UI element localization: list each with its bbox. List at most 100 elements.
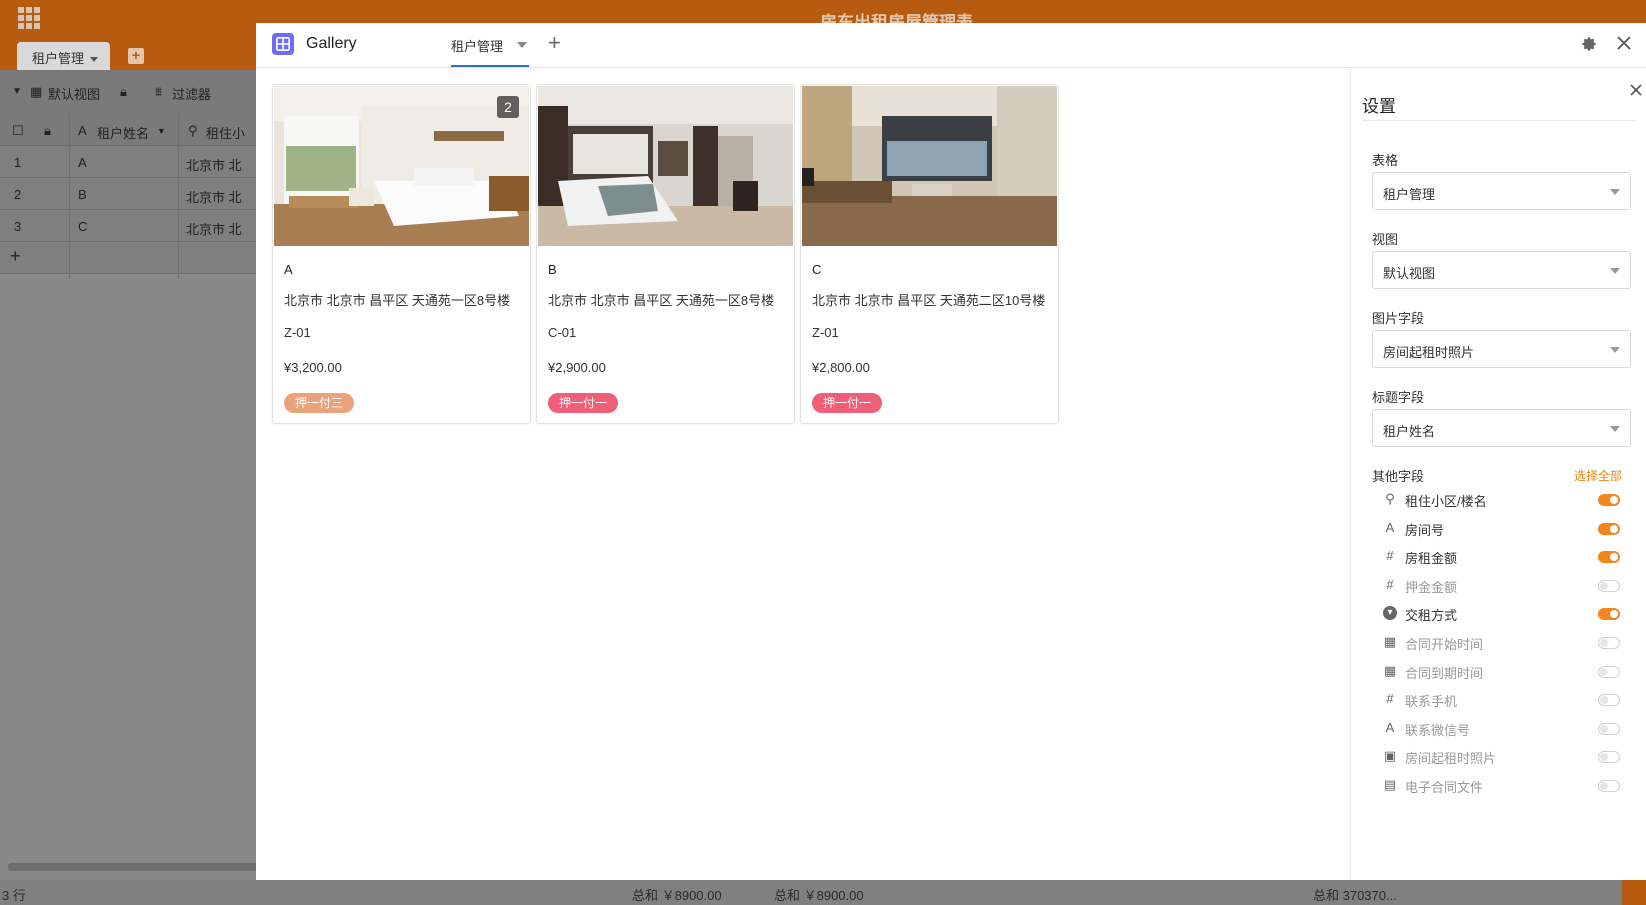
chevron-down-icon [1610, 426, 1620, 432]
gallery-card[interactable]: 2 A 北京市 北京市 昌平区 天通苑一区8号楼 Z-01 ¥3,200.00 … [272, 84, 531, 424]
text-icon: A [1385, 719, 1395, 735]
gallery-card[interactable]: B 北京市 北京市 昌平区 天通苑一区8号楼 C-01 ¥2,900.00 押一… [536, 84, 795, 424]
field-label: 合同开始时间 [1405, 637, 1484, 652]
image-count-badge: 2 [497, 96, 519, 118]
toggle-knob [1600, 724, 1608, 733]
collapse-icon[interactable]: ▼ [12, 86, 22, 97]
field-row[interactable]: ▾ 交租方式 [1372, 604, 1642, 624]
add-row-button[interactable]: + [0, 242, 260, 274]
field-label: 联系手机 [1405, 694, 1458, 710]
select-value: 房间起租时照片 [1383, 345, 1475, 360]
field-row[interactable]: # 房租金额 [1372, 547, 1642, 567]
chevron-down-icon[interactable] [517, 42, 527, 48]
cell[interactable]: 北京市 北 [186, 187, 242, 206]
filter-icon: ⩩ [155, 84, 162, 99]
row-index: 2 [14, 187, 22, 202]
field-toggle[interactable] [1598, 780, 1620, 792]
cell[interactable]: C [78, 219, 87, 234]
cell[interactable]: 北京市 北 [186, 219, 242, 238]
data-table: ☐ 🔒︎ A 租户姓名 ▼ ⚲ 租住小 1 A 北京市 北 2 B 北京市 北 … [0, 114, 260, 274]
field-row[interactable]: ▦ 合同开始时间 [1372, 633, 1642, 653]
horizontal-scrollbar[interactable] [8, 863, 258, 871]
tab-view[interactable]: 租户管理 [451, 23, 529, 67]
toggle-knob [1600, 581, 1608, 590]
toggle-knob [1600, 696, 1608, 705]
chevron-down-icon [90, 57, 99, 63]
toggle-knob [1610, 524, 1618, 533]
field-row[interactable]: ▤ 电子合同文件 [1372, 776, 1642, 796]
column-header[interactable]: 租户姓名 [97, 123, 149, 142]
gear-icon[interactable] [1580, 35, 1598, 53]
number-icon: # [1386, 548, 1394, 564]
toggle-knob [1600, 753, 1608, 762]
field-toggle[interactable] [1598, 722, 1620, 735]
field-row[interactable]: A 房间号 [1372, 519, 1642, 539]
select-all-checkbox[interactable]: ☐ [12, 123, 24, 139]
room-photo[interactable]: 2 [274, 86, 529, 246]
field-toggle[interactable] [1598, 637, 1620, 649]
accent-edge [1622, 880, 1646, 905]
table-label: 表格 [1372, 153, 1399, 168]
cell[interactable]: B [78, 187, 87, 202]
title-field-select[interactable]: 租户姓名 [1372, 409, 1631, 447]
field-toggle[interactable] [1598, 665, 1620, 678]
table-row[interactable]: 3 C 北京市 北 [0, 210, 260, 242]
view-select[interactable]: 默认视图 [1372, 251, 1631, 289]
file-icon: ▤ [1383, 777, 1397, 792]
select-all-link[interactable]: 选择全部 [1574, 467, 1622, 484]
table-select[interactable]: 租户管理 [1372, 172, 1631, 210]
image-field-label: 图片字段 [1372, 311, 1425, 326]
cell[interactable]: 北京市 北 [186, 155, 242, 174]
lock-icon: 🔒︎ [44, 123, 51, 138]
card-room-number: Z-01 [284, 325, 311, 340]
field-label: 租住小区/楼名 [1405, 494, 1487, 509]
room-photo[interactable] [538, 86, 793, 246]
close-icon[interactable] [1616, 35, 1632, 51]
field-label: 联系微信号 [1405, 722, 1471, 738]
card-room-number: Z-01 [812, 325, 839, 340]
field-row[interactable]: ▣ 房间起租时照片 [1372, 747, 1642, 767]
field-row[interactable]: ▦ 合同到期时间 [1372, 662, 1642, 682]
apps-grid-icon[interactable] [18, 7, 40, 29]
filter-button[interactable]: 过滤器 [172, 84, 211, 103]
cell[interactable]: A [78, 155, 87, 170]
room-photo[interactable] [802, 86, 1057, 246]
field-toggle[interactable] [1598, 551, 1620, 564]
view-name[interactable]: 默认视图 [48, 84, 100, 103]
field-row[interactable]: ⚲ 租住小区/楼名 [1372, 490, 1642, 510]
field-toggle[interactable] [1598, 694, 1620, 707]
field-toggle[interactable] [1598, 751, 1620, 764]
field-toggle[interactable] [1598, 579, 1620, 592]
plus-icon[interactable]: + [10, 246, 21, 267]
chevron-down-icon[interactable]: ▼ [157, 126, 166, 136]
select-value: 默认视图 [1383, 266, 1436, 281]
image-field-select[interactable]: 房间起租时照片 [1372, 330, 1631, 368]
close-icon[interactable] [1629, 83, 1643, 97]
field-row[interactable]: A 联系微信号 [1372, 719, 1642, 739]
single-select-icon: ▾ [1383, 606, 1397, 621]
tab-label: 租户管理 [451, 39, 504, 54]
column-sum: 总和 370370... [1313, 888, 1397, 903]
add-view-button[interactable]: + [548, 32, 561, 54]
gallery-card[interactable]: C 北京市 北京市 昌平区 天通苑二区10号楼 Z-01 ¥2,800.00 押… [800, 84, 1059, 424]
field-toggle[interactable] [1598, 522, 1620, 535]
payment-method-badge: 押一付一 [548, 393, 619, 413]
number-icon: # [1386, 691, 1394, 707]
field-row[interactable]: # 押金金额 [1372, 576, 1642, 596]
field-toggle[interactable] [1598, 494, 1620, 506]
field-row[interactable]: # 联系手机 [1372, 690, 1642, 710]
toggle-knob [1610, 496, 1618, 504]
text-icon: A [78, 123, 87, 138]
column-header[interactable]: 租住小 [206, 123, 245, 142]
field-toggle[interactable] [1598, 608, 1620, 621]
card-address: 北京市 北京市 昌平区 天通苑一区8号楼 [284, 293, 511, 308]
table-row[interactable]: 2 B 北京市 北 [0, 178, 260, 210]
modal-header: Gallery 租户管理 + [256, 23, 1646, 68]
table-tab[interactable]: 租户管理 [17, 42, 110, 70]
table-row[interactable]: 1 A 北京市 北 [0, 146, 260, 178]
field-label: 房间号 [1405, 522, 1445, 538]
row-index: 1 [14, 155, 22, 170]
view-label: 视图 [1372, 232, 1399, 247]
add-table-button[interactable]: + [128, 48, 144, 64]
lock-icon[interactable]: 🔒︎ [120, 84, 127, 100]
